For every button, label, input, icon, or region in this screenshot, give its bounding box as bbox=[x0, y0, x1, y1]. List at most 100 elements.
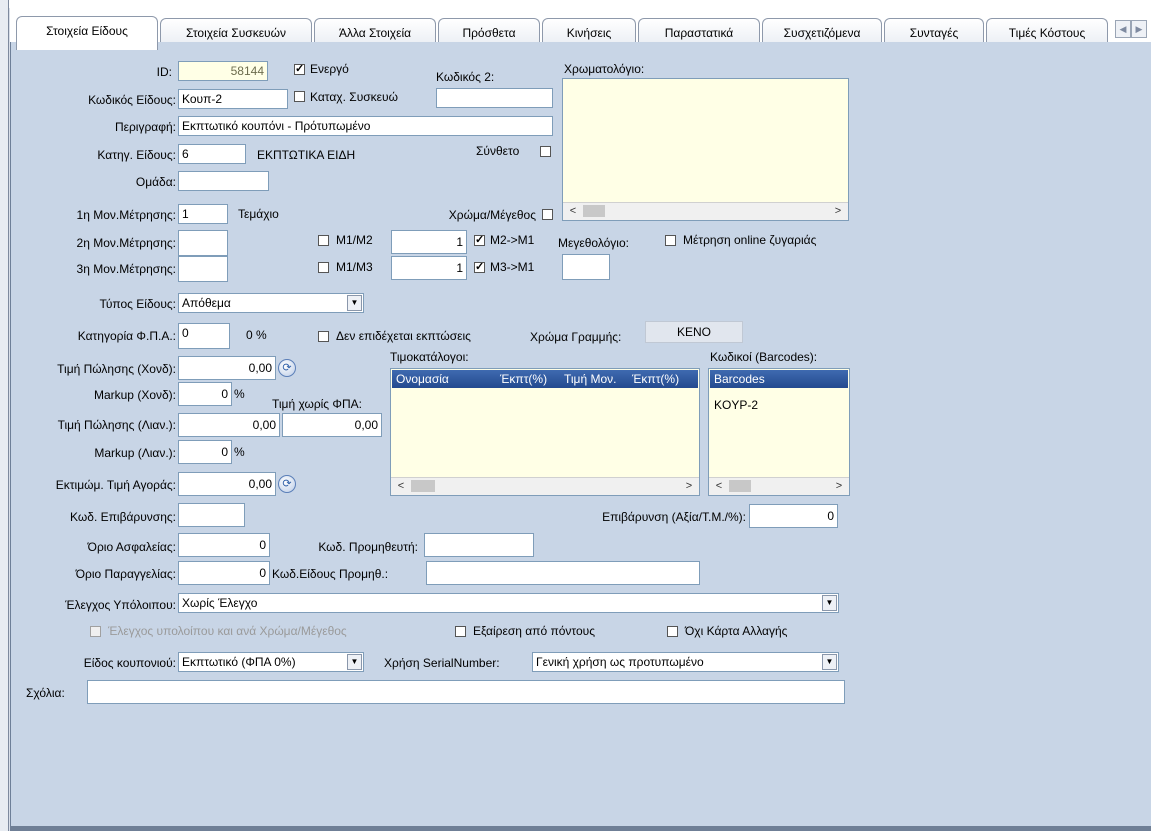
col-discount2-header[interactable]: Έκπτ(%) bbox=[632, 370, 679, 388]
markup-wholesale-input[interactable]: 0 bbox=[178, 382, 232, 406]
chevron-down-icon[interactable]: ▼ bbox=[347, 295, 362, 311]
code2-input[interactable] bbox=[436, 88, 553, 108]
status-bar-edge bbox=[10, 826, 1151, 831]
supplier-item-input[interactable] bbox=[426, 561, 700, 585]
price-novat-input[interactable]: 0,00 bbox=[282, 413, 382, 437]
balance-check-select[interactable]: Χωρίς Έλεγχο ▼ bbox=[178, 593, 839, 613]
item-type-select[interactable]: Απόθεμα ▼ bbox=[178, 293, 364, 313]
active-label: Ενεργό bbox=[310, 62, 349, 76]
serial-number-value: Γενική χρήση ως προτυπωμένο bbox=[536, 655, 704, 669]
device-registration-checkbox[interactable] bbox=[294, 91, 305, 102]
safety-limit-input[interactable]: 0 bbox=[178, 533, 270, 557]
refresh-icon[interactable]: ⟳ bbox=[278, 359, 296, 377]
device-registration-label: Καταχ. Συσκευώ bbox=[310, 90, 398, 104]
m2m1-checkbox[interactable]: ✓ bbox=[474, 235, 485, 246]
size-list-input[interactable] bbox=[562, 254, 610, 280]
active-checkbox[interactable]: ✓ bbox=[294, 64, 305, 75]
order-limit-label: Όριο Παραγγελίας: bbox=[75, 567, 176, 581]
color-list-scrollbar[interactable]: < > bbox=[563, 202, 848, 220]
markup-retail-input[interactable]: 0 bbox=[178, 440, 232, 464]
chevron-down-icon[interactable]: ▼ bbox=[822, 654, 837, 670]
vat-category-input[interactable]: 0 bbox=[178, 323, 230, 349]
line-color-button[interactable]: ΚΕΝΟ bbox=[645, 321, 743, 343]
m1m3-checkbox[interactable] bbox=[318, 262, 329, 273]
no-discounts-label: Δεν επιδέχεται εκπτώσεις bbox=[336, 329, 471, 343]
scroll-thumb[interactable] bbox=[583, 205, 605, 217]
surcharge-label: Επιβάρυνση (Αξία/Τ.Μ./%): bbox=[602, 510, 746, 524]
color-list-box[interactable]: < > bbox=[562, 78, 849, 221]
scroll-right-icon[interactable]: > bbox=[681, 478, 697, 495]
composite-checkbox[interactable] bbox=[540, 146, 551, 157]
online-scale-checkbox[interactable] bbox=[665, 235, 676, 246]
price-lists-scrollbar[interactable]: < > bbox=[391, 477, 699, 495]
code2-label: Κωδικός 2: bbox=[436, 70, 495, 84]
line-color-label: Χρώμα Γραμμής: bbox=[530, 330, 622, 344]
wholesale-price-input[interactable]: 0,00 bbox=[178, 356, 276, 380]
price-lists-grid[interactable]: Ονομασία Έκπτ(%) Τιμή Μον. Έκπτ(%) < > bbox=[390, 368, 700, 496]
barcodes-header[interactable]: Barcodes bbox=[710, 370, 848, 388]
exclude-points-checkbox[interactable] bbox=[455, 626, 466, 637]
retail-price-input[interactable]: 0,00 bbox=[178, 413, 280, 437]
m1m2-input[interactable]: 1 bbox=[391, 230, 467, 254]
chevron-down-icon[interactable]: ▼ bbox=[347, 654, 362, 670]
est-purchase-label: Εκτιμώμ. Τιμή Αγοράς: bbox=[55, 478, 176, 492]
online-scale-label: Μέτρηση online ζυγαριάς bbox=[683, 233, 817, 247]
item-code-input[interactable]: Κουπ-2 bbox=[178, 89, 288, 109]
barcodes-scrollbar[interactable]: < > bbox=[709, 477, 849, 495]
uom2-label: 2η Μον.Μέτρησης: bbox=[76, 236, 176, 250]
chevron-down-icon[interactable]: ▼ bbox=[822, 595, 837, 611]
uom3-input[interactable] bbox=[178, 256, 228, 282]
category-input[interactable]: 6 bbox=[178, 144, 246, 164]
balance-check-label: Έλεγχος Υπόλοιπου: bbox=[65, 598, 176, 612]
serial-number-select[interactable]: Γενική χρήση ως προτυπωμένο ▼ bbox=[532, 652, 839, 672]
surcharge-code-input[interactable] bbox=[178, 503, 245, 527]
scroll-thumb[interactable] bbox=[411, 480, 435, 492]
order-limit-input[interactable]: 0 bbox=[178, 561, 270, 585]
barcodes-label: Κωδικοί (Barcodes): bbox=[710, 350, 818, 364]
group-input[interactable] bbox=[178, 171, 269, 191]
surcharge-input[interactable]: 0 bbox=[749, 504, 838, 528]
col-unit-price-header[interactable]: Τιμή Μον. bbox=[564, 370, 616, 388]
coupon-type-select[interactable]: Εκπτωτικό (ΦΠΑ 0%) ▼ bbox=[178, 652, 364, 672]
color-size-checkbox[interactable] bbox=[542, 209, 553, 220]
scroll-left-icon[interactable]: ◀ bbox=[1115, 20, 1131, 38]
no-change-card-checkbox[interactable] bbox=[667, 626, 678, 637]
description-input[interactable]: Εκπτωτικό κουπόνι - Πρότυπωμένο bbox=[178, 116, 553, 136]
markup-wholesale-label: Markup (Χονδ): bbox=[93, 388, 176, 402]
scroll-thumb[interactable] bbox=[729, 480, 751, 492]
vat-category-label: Κατηγορία Φ.Π.Α.: bbox=[77, 329, 176, 343]
uom1-label: 1η Μον.Μέτρησης: bbox=[76, 208, 176, 222]
color-size-label: Χρώμα/Μέγεθος bbox=[448, 208, 536, 222]
m1m3-input[interactable]: 1 bbox=[391, 256, 467, 280]
composite-label: Σύνθετο bbox=[476, 144, 520, 158]
scroll-left-icon[interactable]: < bbox=[711, 478, 727, 495]
uom1-input[interactable]: 1 bbox=[178, 204, 228, 224]
scroll-right-icon[interactable]: ▶ bbox=[1131, 20, 1147, 38]
supplier-code-label: Κωδ. Προμηθευτή: bbox=[318, 540, 418, 554]
m2m1-label: M2->M1 bbox=[490, 233, 535, 247]
scroll-right-icon[interactable]: > bbox=[831, 478, 847, 495]
est-purchase-input[interactable]: 0,00 bbox=[178, 472, 276, 496]
uom3-label: 3η Μον.Μέτρησης: bbox=[76, 262, 176, 276]
balance-color-size-checkbox[interactable] bbox=[90, 626, 101, 637]
category-label: Κατηγ. Είδους: bbox=[97, 148, 176, 162]
id-field: 58144 bbox=[178, 61, 268, 81]
vat-percent: 0 % bbox=[246, 328, 267, 342]
barcode-row[interactable]: KOYP-2 bbox=[714, 398, 758, 412]
scroll-right-icon[interactable]: > bbox=[830, 203, 846, 220]
col-discount-header[interactable]: Έκπτ(%) bbox=[500, 370, 547, 388]
scroll-left-icon[interactable]: < bbox=[565, 203, 581, 220]
refresh-icon[interactable]: ⟳ bbox=[278, 475, 296, 493]
m3m1-checkbox[interactable]: ✓ bbox=[474, 262, 485, 273]
comments-input[interactable] bbox=[87, 680, 845, 704]
serial-number-label: Χρήση SerialNumber: bbox=[384, 656, 500, 670]
barcodes-header-label: Barcodes bbox=[714, 372, 765, 386]
col-name-header[interactable]: Ονομασία bbox=[396, 370, 449, 388]
m1m2-checkbox[interactable] bbox=[318, 235, 329, 246]
tab-item-details[interactable]: Στοιχεία Είδους bbox=[16, 16, 158, 50]
scroll-left-icon[interactable]: < bbox=[393, 478, 409, 495]
uom2-input[interactable] bbox=[178, 230, 228, 256]
barcodes-grid[interactable]: Barcodes KOYP-2 < > bbox=[708, 368, 850, 496]
no-discounts-checkbox[interactable] bbox=[318, 331, 329, 342]
supplier-code-input[interactable] bbox=[424, 533, 534, 557]
